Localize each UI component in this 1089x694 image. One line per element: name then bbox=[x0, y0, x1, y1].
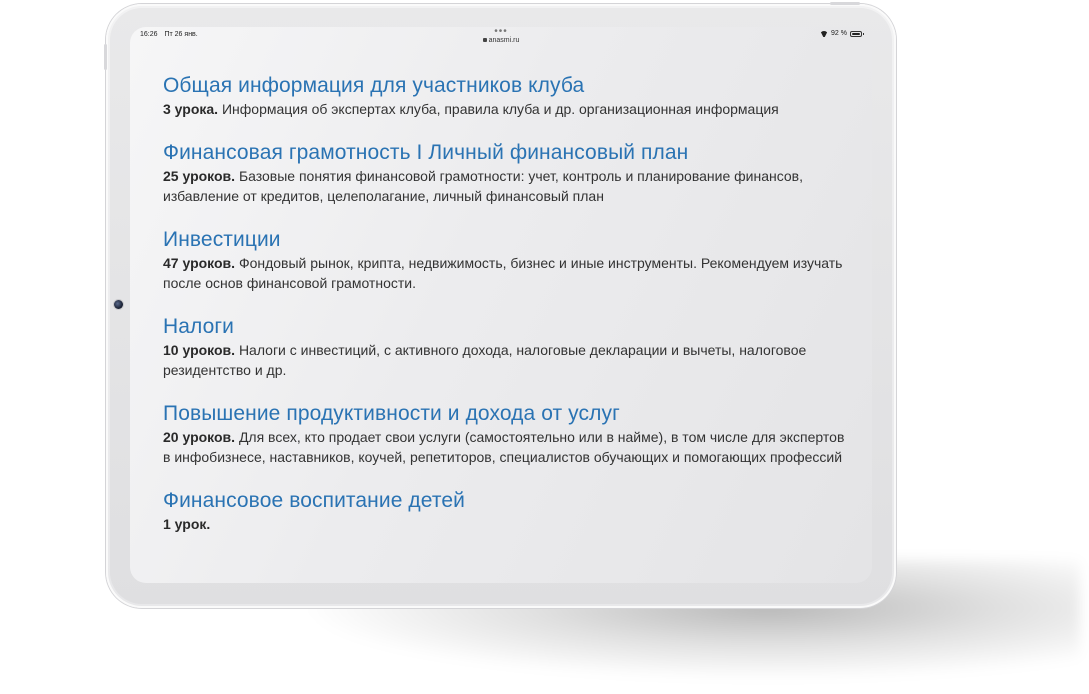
url-display[interactable]: anasmi.ru bbox=[130, 36, 872, 45]
battery-icon bbox=[850, 30, 864, 37]
description-text: Для всех, кто продает свои услуги (самос… bbox=[163, 429, 845, 465]
course-section: Финансовая грамотность I Личный финансов… bbox=[163, 140, 853, 206]
course-section: Инвестиции 47 уроков. Фондовый рынок, кри… bbox=[163, 227, 853, 293]
section-title[interactable]: Налоги bbox=[163, 314, 853, 340]
more-dots-icon[interactable]: ••• bbox=[130, 27, 872, 37]
course-sections-list: Общая информация для участников клуба 3 у… bbox=[163, 73, 853, 555]
status-bar: 16:26 Пт 26 янв. ••• anasmi.ru 92 % bbox=[130, 27, 872, 53]
device-mockup: 16:26 Пт 26 янв. ••• anasmi.ru 92 % Обща… bbox=[0, 0, 1089, 694]
description-text: Налоги с инвестиций, с активного дохода,… bbox=[163, 342, 807, 378]
wifi-icon bbox=[820, 31, 828, 37]
section-description: 3 урока. Информация об экспертах клуба, … bbox=[163, 99, 853, 119]
lesson-count: 47 уроков. bbox=[163, 255, 236, 271]
section-title[interactable]: Инвестиции bbox=[163, 227, 853, 253]
section-title[interactable]: Общая информация для участников клуба bbox=[163, 73, 853, 99]
power-button bbox=[830, 2, 860, 5]
course-section: Общая информация для участников клуба 3 у… bbox=[163, 73, 853, 119]
volume-button bbox=[104, 44, 107, 70]
lesson-count: 10 уроков. bbox=[163, 342, 236, 358]
lock-icon bbox=[482, 38, 487, 42]
tablet-screen: 16:26 Пт 26 янв. ••• anasmi.ru 92 % Обща… bbox=[130, 27, 872, 583]
lesson-count: 1 урок. bbox=[163, 516, 211, 532]
battery-percent: 92 % bbox=[831, 30, 847, 37]
description-text: Базовые понятия финансовой грамотности: … bbox=[163, 168, 803, 204]
section-description: 25 уроков. Базовые понятия финансовой гр… bbox=[163, 166, 853, 206]
course-section: Финансовое воспитание детей 1 урок. bbox=[163, 488, 853, 534]
url-text: anasmi.ru bbox=[488, 37, 520, 44]
lesson-count: 20 уроков. bbox=[163, 429, 236, 445]
section-description: 10 уроков. Налоги с инвестиций, с активн… bbox=[163, 340, 853, 380]
lesson-count: 3 урока. bbox=[163, 101, 219, 117]
section-description: 1 урок. bbox=[163, 514, 853, 534]
description-text: Фондовый рынок, крипта, недвижимость, би… bbox=[163, 255, 843, 291]
lesson-count: 25 уроков. bbox=[163, 168, 236, 184]
section-title[interactable]: Финансовое воспитание детей bbox=[163, 488, 853, 514]
description-text: Информация об экспертах клуба, правила к… bbox=[221, 101, 779, 117]
section-title[interactable]: Финансовая грамотность I Личный финансов… bbox=[163, 140, 853, 166]
section-title[interactable]: Повышение продуктивности и дохода от усл… bbox=[163, 401, 853, 427]
course-section: Повышение продуктивности и дохода от усл… bbox=[163, 401, 853, 467]
section-description: 20 уроков. Для всех, кто продает свои ус… bbox=[163, 427, 853, 467]
course-section: Налоги 10 уроков. Налоги с инвестиций, с … bbox=[163, 314, 853, 380]
address-bar[interactable]: ••• anasmi.ru bbox=[130, 27, 872, 45]
status-indicators: 92 % bbox=[820, 30, 864, 37]
section-description: 47 уроков. Фондовый рынок, крипта, недви… bbox=[163, 253, 853, 293]
front-camera bbox=[114, 300, 123, 309]
